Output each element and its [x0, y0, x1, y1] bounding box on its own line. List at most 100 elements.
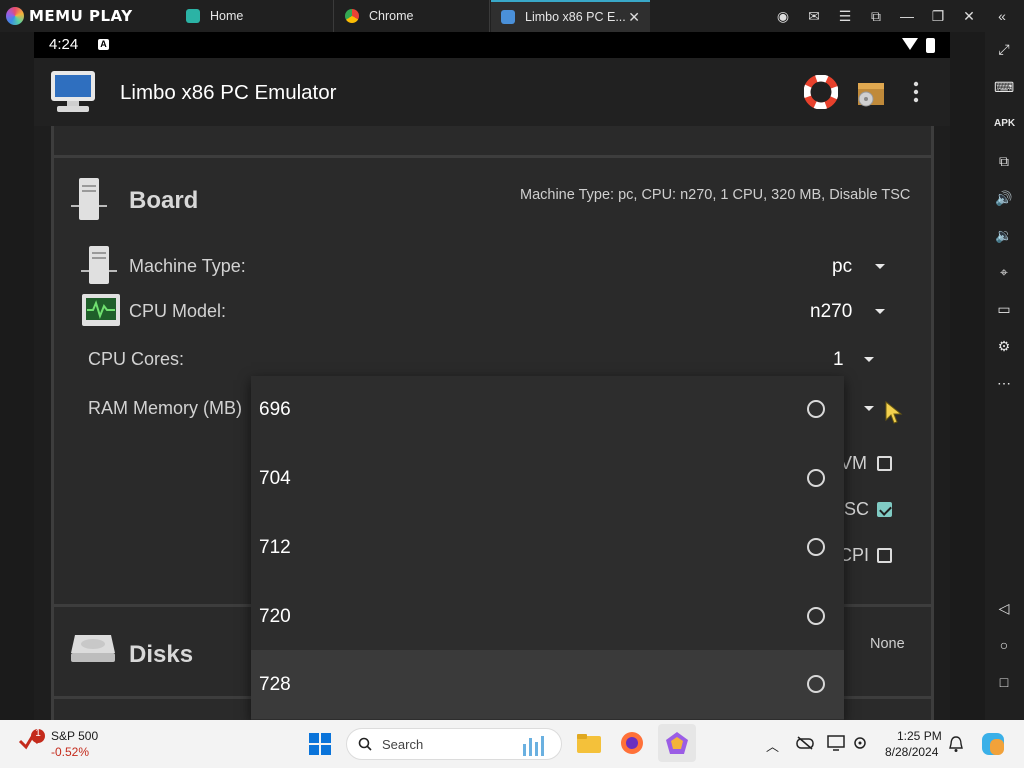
memu-app-icon: [666, 732, 688, 754]
keyboard-icon[interactable]: ⌨: [994, 78, 1014, 96]
tab-label: Limbo x86 PC E...: [525, 10, 626, 24]
volume-down-icon[interactable]: 🔉: [994, 226, 1014, 244]
machine-type-label: Machine Type:: [129, 256, 246, 276]
battery-icon: [926, 38, 935, 53]
folder-icon[interactable]: ▭: [994, 300, 1014, 318]
window-mode-icon[interactable]: ⧉: [866, 6, 886, 26]
menu-icon[interactable]: ☰: [835, 6, 855, 26]
close-tab-icon[interactable]: ✕: [628, 9, 640, 26]
multi-instance-icon[interactable]: ⧉: [994, 152, 1014, 170]
file-explorer-icon[interactable]: [576, 732, 602, 754]
network-offline-icon[interactable]: [796, 736, 814, 750]
firefox-icon[interactable]: [620, 731, 644, 755]
disks-title: Disks: [129, 641, 194, 668]
option-checkbox-unchecked[interactable]: [877, 548, 892, 563]
wifi-icon: [902, 38, 918, 50]
home-nav-icon[interactable]: ○: [994, 636, 1014, 654]
board-tower-icon: [71, 178, 107, 220]
taskbar-date: 8/28/2024: [885, 745, 939, 759]
volume-up-icon[interactable]: 🔊: [994, 189, 1014, 207]
collapse-sidebar-icon[interactable]: «: [992, 6, 1012, 26]
ram-option-label: 728: [259, 674, 291, 695]
board-title: Board: [129, 187, 199, 214]
maximize-icon[interactable]: ❐: [928, 6, 948, 26]
stock-name: S&P 500: [51, 729, 99, 743]
ram-option-highlighted[interactable]: 728: [251, 650, 844, 719]
account-icon[interactable]: ◉: [773, 6, 793, 26]
cpu-model-value[interactable]: n270: [810, 301, 852, 323]
search-placeholder: Search: [382, 737, 424, 752]
close-window-icon[interactable]: ✕: [959, 6, 979, 26]
mouse-cursor-icon: [885, 400, 903, 424]
ram-options-popup: 696 704 712 720 728: [251, 376, 844, 720]
recents-nav-icon[interactable]: □: [994, 673, 1014, 691]
radio-button[interactable]: [807, 469, 825, 487]
option-label: SC: [844, 499, 870, 519]
tab-label: Home: [210, 9, 244, 23]
option-checkbox-checked[interactable]: [877, 502, 892, 517]
option-checkbox-unchecked[interactable]: [877, 456, 892, 471]
disk-drive-icon: [71, 635, 115, 662]
tab-chrome[interactable]: Chrome: [335, 0, 490, 32]
copilot-icon[interactable]: [980, 731, 1006, 757]
help-lifebuoy-icon[interactable]: [804, 75, 838, 109]
notifications-bell-icon[interactable]: [948, 735, 964, 753]
cpu-cores-dropdown-icon[interactable]: [864, 357, 874, 362]
computer-icon: [51, 71, 95, 112]
home-app-icon: [186, 9, 200, 23]
tab-home[interactable]: Home: [176, 0, 334, 32]
radio-button[interactable]: [807, 400, 825, 418]
back-nav-icon[interactable]: ◁: [994, 599, 1014, 617]
stock-change: -0.52%: [51, 745, 90, 759]
settings-icon[interactable]: ⚙: [994, 337, 1014, 355]
tab-label: Chrome: [369, 9, 414, 23]
radio-button[interactable]: [807, 675, 825, 693]
search-icon: [358, 737, 372, 751]
cpu-model-dropdown-icon[interactable]: [875, 309, 885, 314]
minimize-icon[interactable]: —: [897, 6, 917, 26]
tray-settings-icon[interactable]: [851, 735, 869, 751]
location-icon[interactable]: ⌖: [994, 263, 1014, 281]
ram-option[interactable]: 720: [251, 583, 844, 652]
ram-option[interactable]: 704: [251, 445, 844, 514]
ram-option-label: 696: [259, 399, 291, 420]
tab-limbo[interactable]: Limbo x86 PC E... ✕: [491, 0, 650, 32]
windows-start-icon[interactable]: [308, 732, 332, 756]
search-highlight-icon: [523, 736, 544, 756]
ram-option[interactable]: 696: [251, 376, 844, 445]
machine-type-dropdown-icon[interactable]: [875, 264, 885, 269]
radio-button[interactable]: [807, 607, 825, 625]
emulator-sidebar: ⤢ ⌨ APK ⧉ 🔊 🔉 ⌖ ▭ ⚙ ⋯ ◁ ○ □: [985, 32, 1024, 720]
ram-dropdown-icon[interactable]: [864, 406, 874, 411]
android-status-bar: 4:24 A: [34, 32, 950, 58]
overflow-menu-icon[interactable]: [912, 81, 920, 103]
cpu-monitor-icon: [82, 294, 120, 326]
install-package-icon[interactable]: [854, 75, 888, 109]
ram-option-label: 704: [259, 468, 291, 489]
stock-badge: 1: [35, 728, 41, 739]
ram-label: RAM Memory (MB): [88, 398, 242, 418]
option-label: VM: [840, 453, 867, 473]
more-icon[interactable]: ⋯: [994, 374, 1014, 392]
cpu-cores-label: CPU Cores:: [88, 349, 185, 369]
display-icon[interactable]: [827, 735, 845, 751]
mail-icon[interactable]: ✉: [804, 6, 824, 26]
memu-logo: MEMU PLAY: [6, 5, 133, 27]
machine-type-icon: [81, 246, 117, 284]
tray-chevron-icon[interactable]: ︿: [766, 736, 779, 755]
cpu-cores-value[interactable]: 1: [833, 349, 844, 371]
previous-section-panel: [51, 126, 934, 158]
ram-option-label: 712: [259, 537, 291, 558]
board-summary: Machine Type: pc, CPU: n270, 1 CPU, 320 …: [520, 187, 911, 203]
memu-logo-text: MEMU PLAY: [29, 7, 133, 25]
machine-type-value[interactable]: pc: [832, 256, 852, 278]
fullscreen-icon[interactable]: ⤢: [994, 40, 1014, 58]
radio-button[interactable]: [807, 538, 825, 556]
disks-summary: None: [870, 636, 905, 652]
apk-icon[interactable]: APK: [994, 115, 1015, 133]
notification-icon: A: [98, 39, 109, 50]
emulator-title-bar: MEMU PLAY Home Chrome Limbo x86 PC E... …: [0, 0, 1024, 32]
ram-option[interactable]: 712: [251, 514, 844, 583]
chrome-icon: [345, 9, 359, 23]
status-clock: 4:24: [49, 36, 79, 53]
